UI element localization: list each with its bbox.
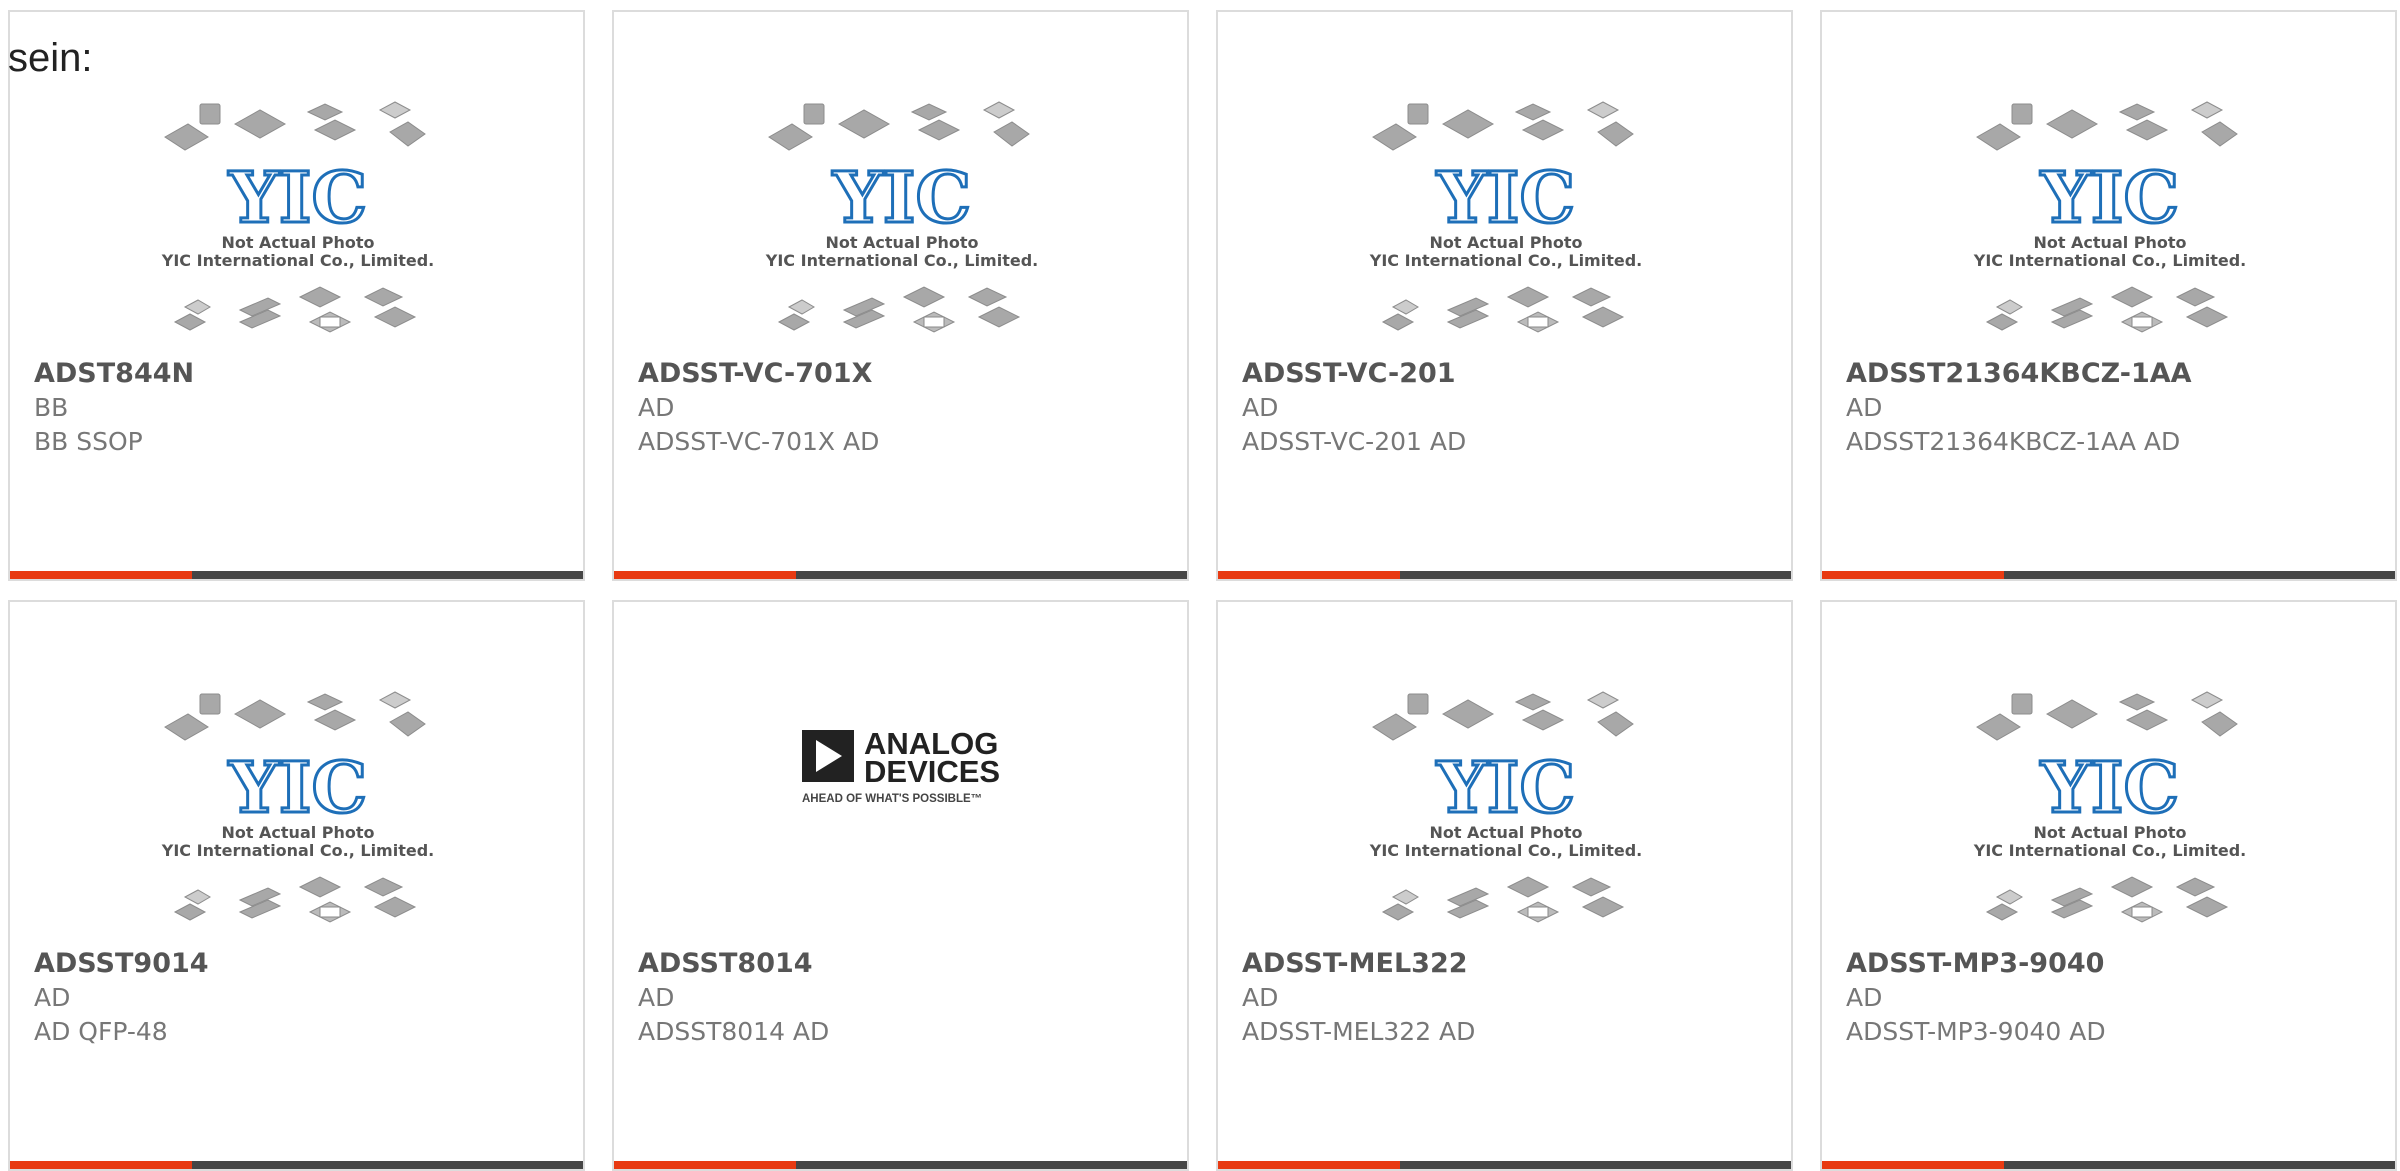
svg-text:YIC International Co., Limited: YIC International Co., Limited. (1369, 251, 1642, 270)
description: ADSST-VC-201 AD (1242, 427, 1467, 456)
brand: AD (638, 983, 675, 1012)
card-bar-accent (1822, 571, 2004, 579)
svg-text:YIC International Co., Limited: YIC International Co., Limited. (1369, 841, 1642, 860)
product-card[interactable]: YIC Not Actual Photo YIC International Co.… (612, 10, 1189, 581)
svg-text:YIC: YIC (832, 156, 971, 239)
svg-text:YIC: YIC (1436, 746, 1575, 829)
product-card[interactable]: YIC Not Actual Photo YIC International Co.… (8, 10, 585, 581)
description: ADSST-VC-701X AD (638, 427, 880, 456)
svg-text:YIC: YIC (2040, 746, 2179, 829)
product-image[interactable]: YIC Not Actual Photo YIC International Co.… (10, 602, 583, 947)
card-bar (614, 571, 1187, 579)
product-image[interactable]: YIC Not Actual Photo YIC International Co.… (10, 12, 583, 357)
description: BB SSOP (34, 427, 143, 456)
svg-text:Not Actual Photo: Not Actual Photo (221, 233, 374, 252)
part-number[interactable]: ADSST-MP3-9040 (1846, 947, 2385, 981)
brand: AD (1846, 983, 1883, 1012)
intro-text: sein: (8, 36, 93, 80)
card-bar-accent (614, 1161, 796, 1169)
brand: AD (1242, 393, 1279, 422)
description: ADSST-MEL322 AD (1242, 1017, 1476, 1046)
card-bar (1218, 1161, 1791, 1169)
svg-text:Not Actual Photo: Not Actual Photo (2033, 823, 2186, 842)
svg-text:AHEAD OF WHAT'S POSSIBLE™: AHEAD OF WHAT'S POSSIBLE™ (802, 793, 982, 805)
svg-text:YIC International Co., Limited: YIC International Co., Limited. (1973, 251, 2246, 270)
card-bar (10, 1161, 583, 1169)
product-image[interactable]: YIC Not Actual Photo YIC International Co.… (614, 12, 1187, 357)
product-card[interactable]: YIC Not Actual Photo YIC International Co.… (1820, 10, 2397, 581)
card-bar (10, 571, 583, 579)
product-image[interactable]: YIC Not Actual Photo YIC International Co.… (1822, 12, 2395, 357)
description: ADSST21364KBCZ-1AA AD (1846, 427, 2181, 456)
svg-text:YIC International Co., Limited: YIC International Co., Limited. (161, 841, 434, 860)
svg-text:YIC: YIC (1436, 156, 1575, 239)
svg-text:YIC: YIC (228, 746, 367, 829)
part-number[interactable]: ADSST-VC-701X (638, 357, 1177, 391)
product-grid: YIC Not Actual Photo YIC International Co.… (0, 0, 2400, 1171)
card-bar (614, 1161, 1187, 1169)
placeholder-image-icon: YICNot Actual PhotoYIC International Co.… (161, 101, 434, 333)
brand: AD (1242, 983, 1279, 1012)
brand: BB (34, 393, 69, 422)
product-image[interactable]: ANALOG DEVICES AHEAD OF WHAT'S POSSIBLE™ (614, 602, 1187, 947)
svg-text:Not Actual Photo: Not Actual Photo (1429, 823, 1582, 842)
placeholder-image-icon: YICNot Actual PhotoYIC International Co.… (765, 101, 1038, 333)
card-bar-accent (614, 571, 796, 579)
part-number[interactable]: ADSST8014 (638, 947, 1177, 981)
description: ADSST-MP3-9040 AD (1846, 1017, 2106, 1046)
placeholder-image-icon: YICNot Actual PhotoYIC International Co.… (1369, 101, 1642, 333)
placeholder-image-icon: YICNot Actual PhotoYIC International Co.… (1369, 691, 1642, 923)
part-number[interactable]: ADSST-VC-201 (1242, 357, 1781, 391)
card-bar-accent (10, 571, 192, 579)
placeholder-image-icon: YICNot Actual PhotoYIC International Co.… (1973, 101, 2246, 333)
card-bar-accent (1218, 571, 1400, 579)
product-card[interactable]: YIC Not Actual Photo YIC International Co.… (1216, 600, 1793, 1171)
svg-text:YIC: YIC (2040, 156, 2179, 239)
part-number[interactable]: ADSST-MEL322 (1242, 947, 1781, 981)
description: AD QFP-48 (34, 1017, 168, 1046)
svg-text:YIC: YIC (228, 156, 367, 239)
analog-devices-logo-icon: ANALOGDEVICESAHEAD OF WHAT'S POSSIBLE™ (802, 726, 1000, 805)
card-bar (1218, 571, 1791, 579)
part-number[interactable]: ADSST9014 (34, 947, 573, 981)
card-bar (1822, 571, 2395, 579)
svg-text:YIC International Co., Limited: YIC International Co., Limited. (1973, 841, 2246, 860)
placeholder-image-icon: YICNot Actual PhotoYIC International Co.… (1973, 691, 2246, 923)
brand: AD (34, 983, 71, 1012)
brand: AD (638, 393, 675, 422)
product-card[interactable]: YIC Not Actual Photo YIC International Co.… (8, 600, 585, 1171)
svg-text:Not Actual Photo: Not Actual Photo (2033, 233, 2186, 252)
product-card[interactable]: YIC Not Actual Photo YIC International Co.… (1216, 10, 1793, 581)
card-bar-accent (1218, 1161, 1400, 1169)
svg-text:Not Actual Photo: Not Actual Photo (221, 823, 374, 842)
brand: AD (1846, 393, 1883, 422)
description: ADSST8014 AD (638, 1017, 830, 1046)
card-bar (1822, 1161, 2395, 1169)
product-card[interactable]: ANALOG DEVICES AHEAD OF WHAT'S POSSIBLE™ A… (612, 600, 1189, 1171)
card-bar-accent (10, 1161, 192, 1169)
placeholder-image-icon: YICNot Actual PhotoYIC International Co.… (161, 691, 434, 923)
svg-text:DEVICES: DEVICES (864, 754, 1000, 789)
part-number[interactable]: ADSST21364KBCZ-1AA (1846, 357, 2385, 391)
product-image[interactable]: YIC Not Actual Photo YIC International Co.… (1218, 602, 1791, 947)
part-number[interactable]: ADST844N (34, 357, 573, 391)
svg-text:Not Actual Photo: Not Actual Photo (825, 233, 978, 252)
svg-text:YIC International Co., Limited: YIC International Co., Limited. (765, 251, 1038, 270)
product-image[interactable]: YIC Not Actual Photo YIC International Co.… (1822, 602, 2395, 947)
svg-text:Not Actual Photo: Not Actual Photo (1429, 233, 1582, 252)
card-bar-accent (1822, 1161, 2004, 1169)
product-image[interactable]: YIC Not Actual Photo YIC International Co.… (1218, 12, 1791, 357)
product-card[interactable]: YIC Not Actual Photo YIC International Co.… (1820, 600, 2397, 1171)
svg-text:YIC International Co., Limited: YIC International Co., Limited. (161, 251, 434, 270)
